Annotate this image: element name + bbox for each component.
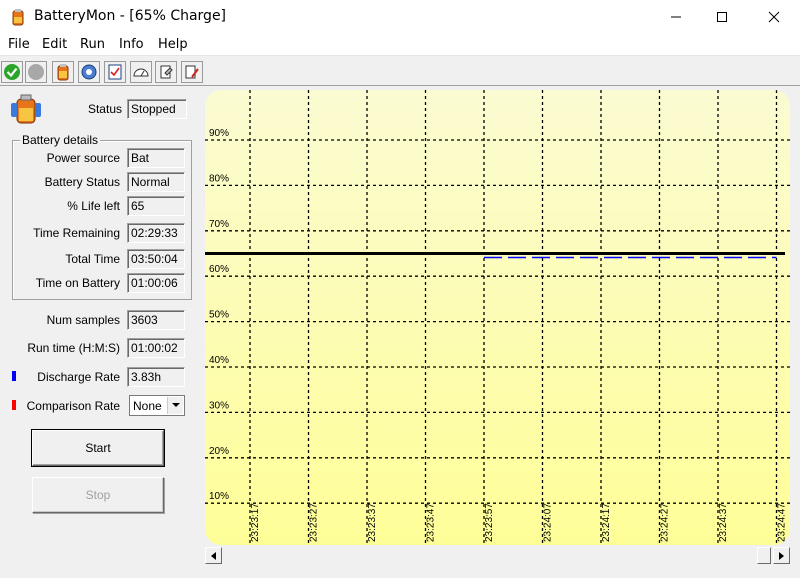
gray-circle-icon	[28, 64, 44, 80]
discharge-rate-label: Discharge Rate	[37, 370, 120, 384]
y-tick-label: 70%	[209, 219, 229, 230]
y-tick-label: 50%	[209, 310, 229, 321]
minimize-button[interactable]	[652, 0, 700, 34]
discharge-rate-field: 3.83h	[127, 367, 185, 387]
dropdown-arrow-icon[interactable]	[167, 397, 183, 414]
x-tick-label: 23:23:47	[426, 503, 437, 542]
menu-run[interactable]: Run	[80, 37, 105, 52]
x-tick-label: 23:24:37	[718, 503, 729, 542]
green-check-icon	[4, 64, 20, 80]
toolbar-settings-button[interactable]	[181, 61, 203, 83]
comparison-rate-select[interactable]: None	[129, 395, 185, 416]
battery-status-label: Battery Status	[44, 175, 120, 189]
x-tick-label: 23:24:17	[601, 503, 612, 542]
tools-icon	[185, 65, 199, 79]
x-tick-label: 23:23:27	[309, 503, 320, 542]
scroll-thumb[interactable]	[757, 547, 771, 564]
y-tick-label: 40%	[209, 355, 229, 366]
gauge-icon	[133, 68, 149, 77]
stop-button[interactable]: Stop	[32, 477, 164, 513]
time-remaining-label: Time Remaining	[33, 226, 120, 240]
toolbar-stop-button[interactable]	[25, 61, 47, 83]
x-tick-label: 23:23:37	[367, 503, 378, 542]
battery-status-icon	[11, 94, 41, 124]
time-on-battery-label: Time on Battery	[35, 276, 120, 290]
toolbar-battery-button[interactable]	[52, 61, 74, 83]
x-tick-label: 23:24:27	[660, 503, 671, 542]
maximize-button[interactable]	[698, 0, 746, 34]
y-tick-label: 60%	[209, 264, 229, 275]
scroll-right-arrow-icon[interactable]	[773, 547, 790, 564]
close-icon	[768, 11, 780, 23]
y-tick-label: 90%	[209, 128, 229, 139]
battery-details-title: Battery details	[20, 133, 101, 147]
y-tick-label: 80%	[209, 173, 229, 184]
time-on-battery-field: 01:00:06	[127, 273, 185, 293]
x-tick-label: 23:23:57	[484, 503, 495, 542]
run-time-field: 01:00:02	[127, 338, 185, 358]
window-title: BatteryMon - [65% Charge]	[34, 8, 227, 24]
scroll-left-arrow-icon[interactable]	[205, 547, 222, 564]
comparison-color-swatch	[12, 400, 16, 410]
power-source-field: Bat	[127, 148, 185, 168]
checklist-icon	[108, 64, 122, 80]
title-bar: BatteryMon - [65% Charge]	[0, 0, 800, 34]
num-samples-label: Num samples	[46, 313, 120, 327]
battery-icon	[57, 64, 69, 81]
menu-info[interactable]: Info	[119, 37, 144, 52]
minimize-icon	[671, 16, 681, 18]
help-hand-icon	[160, 65, 173, 79]
status-label: Status	[87, 102, 122, 116]
toolbar-meter-button[interactable]	[130, 61, 152, 83]
comparison-rate-label: Comparison Rate	[26, 399, 120, 413]
comparison-rate-value: None	[133, 399, 162, 413]
chart-horizontal-scrollbar[interactable]	[205, 547, 790, 564]
chart-svg: 90% 80% 70% 60% 50% 40% 30% 20% 10% 23:23:17 23:23…	[205, 90, 790, 545]
discharge-color-swatch	[12, 371, 16, 381]
status-field: Stopped	[127, 99, 187, 119]
total-time-label: Total Time	[65, 252, 120, 266]
run-time-label: Run time (H:M:S)	[27, 341, 120, 355]
menu-file[interactable]: File	[8, 37, 30, 52]
globe-gear-icon	[81, 64, 97, 80]
toolbar-log-button[interactable]	[104, 61, 126, 83]
time-remaining-field: 02:29:33	[127, 223, 185, 243]
num-samples-field: 3603	[127, 310, 185, 330]
life-left-label: % Life left	[67, 199, 120, 213]
toolbar-start-button[interactable]	[1, 61, 23, 83]
start-button[interactable]: Start	[31, 429, 165, 467]
power-source-label: Power source	[46, 151, 120, 165]
client-area: Status Stopped Battery details Power sou…	[0, 56, 800, 578]
toolbar-separator	[0, 85, 800, 86]
close-button[interactable]	[750, 0, 798, 34]
y-tick-label: 20%	[209, 446, 229, 457]
maximize-icon	[717, 12, 727, 22]
toolbar	[0, 60, 800, 86]
menu-edit[interactable]: Edit	[42, 37, 67, 52]
menu-bar: File Edit Run Info Help	[0, 34, 800, 56]
battery-chart: 90% 80% 70% 60% 50% 40% 30% 20% 10% 23:23:17 23:23…	[205, 90, 790, 545]
battery-app-icon	[12, 9, 24, 26]
y-tick-label: 10%	[209, 491, 229, 502]
y-tick-label: 30%	[209, 400, 229, 411]
life-left-field: 65	[127, 196, 185, 216]
toolbar-options-button[interactable]	[78, 61, 100, 83]
battery-status-field: Normal	[127, 172, 185, 192]
total-time-field: 03:50:04	[127, 249, 185, 269]
x-tick-label: 23:24:47	[777, 503, 788, 542]
toolbar-help-button[interactable]	[155, 61, 177, 83]
chart-background	[205, 90, 790, 545]
menu-help[interactable]: Help	[158, 37, 188, 52]
x-tick-label: 23:24:07	[543, 503, 554, 542]
x-tick-label: 23:23:17	[250, 503, 261, 542]
